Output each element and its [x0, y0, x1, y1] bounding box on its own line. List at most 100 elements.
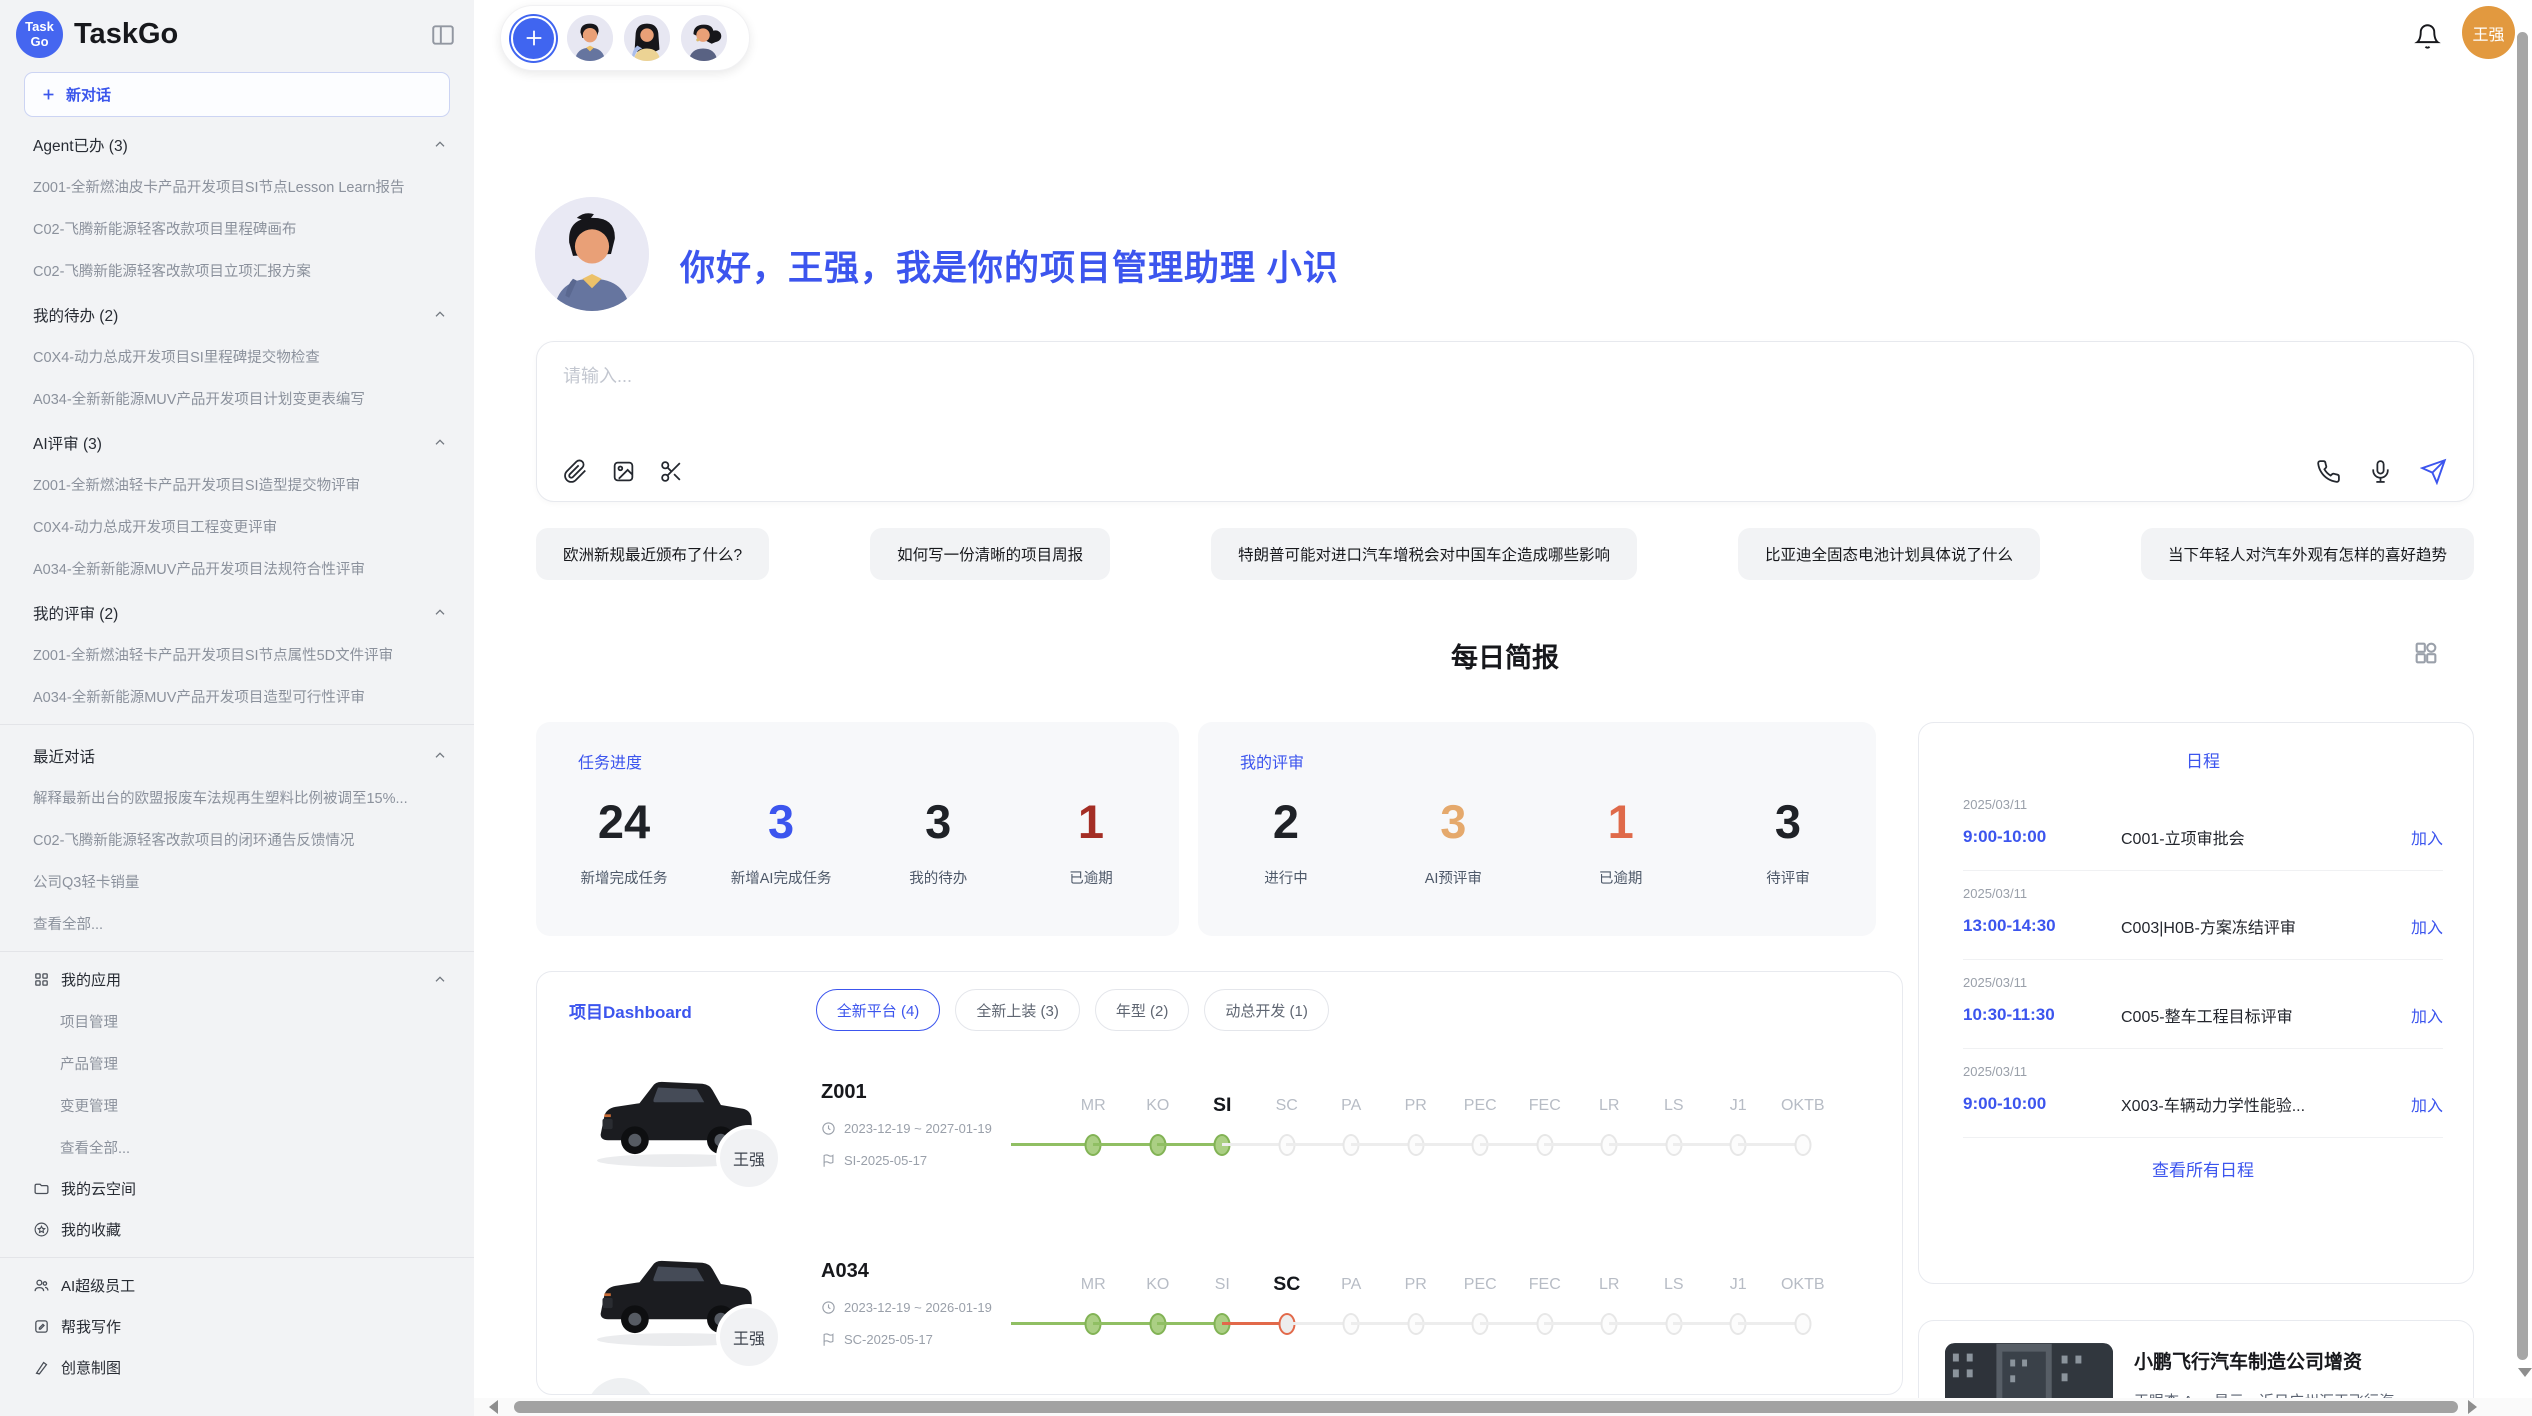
- avatar[interactable]: [624, 15, 670, 61]
- sidebar-item-creative-drawing[interactable]: 创意制图: [0, 1347, 474, 1388]
- sidebar-item[interactable]: Z001-全新燃油轻卡产品开发项目SI节点属性5D文件评审: [0, 633, 474, 675]
- scroll-left-arrow-icon[interactable]: [489, 1400, 498, 1414]
- stat: 24新增完成任务: [578, 795, 670, 888]
- join-link[interactable]: 加入: [2411, 914, 2443, 938]
- stat-label: 已逾期: [1045, 867, 1137, 888]
- sidebar-item-product-mgmt[interactable]: 产品管理: [0, 1042, 474, 1084]
- horizontal-scrollbar[interactable]: [514, 1401, 2458, 1413]
- schedule-item[interactable]: 2025/03/11 10:30-11:30 C005-整车工程目标评审 加入: [1963, 960, 2443, 1049]
- join-link[interactable]: 加入: [2411, 1003, 2443, 1027]
- join-link[interactable]: 加入: [2411, 825, 2443, 849]
- project-owner-badge: 王强: [716, 1125, 782, 1191]
- sidebar-item-project-mgmt[interactable]: 项目管理: [0, 1000, 474, 1042]
- attachment-icon[interactable]: [563, 459, 588, 484]
- milestone: LS: [1642, 1271, 1707, 1356]
- project-milestone-date: SC-2025-05-17: [844, 1332, 933, 1347]
- suggestion-chip[interactable]: 如何写一份清晰的项目周报: [870, 528, 1110, 580]
- chat-input-card: [536, 341, 2474, 502]
- scroll-right-arrow-icon[interactable]: [2468, 1400, 2477, 1414]
- clock-icon: [821, 1121, 836, 1136]
- schedule-item[interactable]: 2025/03/11 9:00-10:00 X003-车辆动力学性能验... 加…: [1963, 1049, 2443, 1138]
- milestone-label: J1: [1706, 1271, 1771, 1298]
- sidebar-item[interactable]: A034-全新新能源MUV产品开发项目计划变更表编写: [0, 377, 474, 419]
- stat-value: 1: [1575, 795, 1667, 849]
- milestone: KO: [1126, 1092, 1191, 1177]
- dashboard-header: 项目Dashboard 全新平台 (4) 全新上装 (3) 年型 (2) 动总开…: [537, 972, 1902, 1031]
- sidebar-item[interactable]: A034-全新新能源MUV产品开发项目法规符合性评审: [0, 547, 474, 589]
- sidebar-item-view-all-apps[interactable]: 查看全部...: [0, 1126, 474, 1168]
- suggestion-chip[interactable]: 比亚迪全固态电池计划具体说了什么: [1738, 528, 2040, 580]
- microphone-icon[interactable]: [2368, 459, 2393, 484]
- sidebar-item[interactable]: Z001-全新燃油轻卡产品开发项目SI造型提交物评审: [0, 463, 474, 505]
- sidebar-item[interactable]: 解释最新出台的欧盟报废车法规再生塑料比例被调至15%...: [0, 776, 474, 818]
- sidebar-item-view-all[interactable]: 查看全部...: [0, 902, 474, 944]
- sidebar-item-ai-super-staff[interactable]: AI超级员工: [0, 1265, 474, 1306]
- sidebar-item[interactable]: 公司Q3轻卡销量: [0, 860, 474, 902]
- sidebar-item[interactable]: C0X4-动力总成开发项目工程变更评审: [0, 505, 474, 547]
- join-link[interactable]: 加入: [2411, 1092, 2443, 1116]
- sidebar-section-ai-review[interactable]: AI评审 (3): [0, 419, 474, 463]
- sidebar-item[interactable]: C02-飞腾新能源轻客改款项目的闭环通告反馈情况: [0, 818, 474, 860]
- vertical-scrollbar[interactable]: [2517, 32, 2528, 1360]
- sidebar-item[interactable]: C0X4-动力总成开发项目SI里程碑提交物检查: [0, 335, 474, 377]
- suggestion-chip[interactable]: 当下年轻人对汽车外观有怎样的喜好趋势: [2141, 528, 2474, 580]
- grid-icon: [33, 971, 50, 988]
- sidebar-section-my-review[interactable]: 我的评审 (2): [0, 589, 474, 633]
- tab-new-body[interactable]: 全新上装 (3): [955, 989, 1080, 1031]
- schedule-item[interactable]: 2025/03/11 13:00-14:30 C003|H0B-方案冻结评审 加…: [1963, 871, 2443, 960]
- stat-label: 我的待办: [892, 867, 984, 888]
- image-icon[interactable]: [611, 459, 636, 484]
- clock-icon: [821, 1300, 836, 1315]
- sidebar-item[interactable]: C02-飞腾新能源轻客改款项目立项汇报方案: [0, 249, 474, 291]
- logo-line-2: Go: [30, 35, 48, 49]
- sidebar-section-recent[interactable]: 最近对话: [0, 732, 474, 776]
- milestone: PA: [1319, 1271, 1384, 1356]
- add-agent-button[interactable]: [511, 16, 556, 61]
- project-name: A034: [821, 1260, 1061, 1283]
- phone-icon[interactable]: [2316, 459, 2341, 484]
- tab-model-year[interactable]: 年型 (2): [1095, 989, 1190, 1031]
- sidebar-item[interactable]: A034-全新新能源MUV产品开发项目造型可行性评审: [0, 675, 474, 717]
- avatar[interactable]: [567, 15, 613, 61]
- send-icon[interactable]: [2420, 458, 2447, 485]
- milestone-label: LS: [1642, 1092, 1707, 1119]
- milestone-label: OKTB: [1771, 1271, 1836, 1298]
- sidebar-item-change-mgmt[interactable]: 变更管理: [0, 1084, 474, 1126]
- scissors-icon[interactable]: [659, 459, 684, 484]
- schedule-item[interactable]: 2025/03/11 9:00-10:00 C001-立项审批会 加入: [1963, 782, 2443, 871]
- divider: [0, 1257, 474, 1258]
- sidebar-item[interactable]: Z001-全新燃油皮卡产品开发项目SI节点Lesson Learn报告: [0, 165, 474, 207]
- suggestion-chip[interactable]: 欧洲新规最近颁布了什么?: [536, 528, 769, 580]
- schedule-title: 日程: [1963, 747, 2443, 772]
- stats-row: 2进行中 3AI预评审 1已逾期 3待评审: [1240, 795, 1834, 888]
- milestone-label: SC: [1255, 1271, 1320, 1298]
- sidebar-item-help-me-write[interactable]: 帮我写作: [0, 1306, 474, 1347]
- sidebar-item-favorites[interactable]: 我的收藏: [0, 1209, 474, 1250]
- sidebar-item[interactable]: C02-飞腾新能源轻客改款项目里程碑画布: [0, 207, 474, 249]
- view-all-schedule-link[interactable]: 查看所有日程: [1963, 1138, 2443, 1201]
- tab-new-platform[interactable]: 全新平台 (4): [816, 989, 941, 1031]
- project-row[interactable]: 王强 Z001 2023-12-19 ~ 2027-01-19 SI-2025-…: [584, 1059, 1835, 1177]
- chat-input[interactable]: [563, 366, 2447, 387]
- chevron-up-icon: [432, 435, 448, 451]
- milestone-segment: [1011, 1143, 1094, 1146]
- sidebar-collapse-icon[interactable]: [430, 22, 456, 48]
- scroll-down-arrow-icon[interactable]: [2518, 1368, 2532, 1377]
- suggestion-chip[interactable]: 特朗普可能对进口汽车增税会对中国车企造成哪些影响: [1211, 528, 1637, 580]
- avatar[interactable]: [681, 15, 727, 61]
- sidebar-section-agent-done[interactable]: Agent已办 (3): [0, 121, 474, 165]
- project-info: Z001 2023-12-19 ~ 2027-01-19 SI-2025-05-…: [821, 1059, 1061, 1177]
- sidebar-item-my-apps[interactable]: 我的应用: [0, 959, 474, 1000]
- sidebar-item-cloud-space[interactable]: 我的云空间: [0, 1168, 474, 1209]
- schedule-list: 2025/03/11 9:00-10:00 C001-立项审批会 加入 2025…: [1963, 782, 2443, 1138]
- tab-powertrain[interactable]: 动总开发 (1): [1204, 989, 1329, 1031]
- notification-bell-icon[interactable]: [2414, 23, 2441, 50]
- sidebar-section-my-todo[interactable]: 我的待办 (2): [0, 291, 474, 335]
- new-chat-button[interactable]: 新对话: [24, 72, 450, 117]
- milestone-label: FEC: [1513, 1271, 1578, 1298]
- user-avatar[interactable]: 王强: [2462, 6, 2515, 59]
- project-name: Z001: [821, 1081, 1061, 1104]
- project-row[interactable]: 王强 A034 2023-12-19 ~ 2026-01-19 SC-2025-…: [584, 1238, 1835, 1356]
- layout-grid-icon[interactable]: [2412, 639, 2440, 667]
- milestone-dot: [1794, 1134, 1811, 1156]
